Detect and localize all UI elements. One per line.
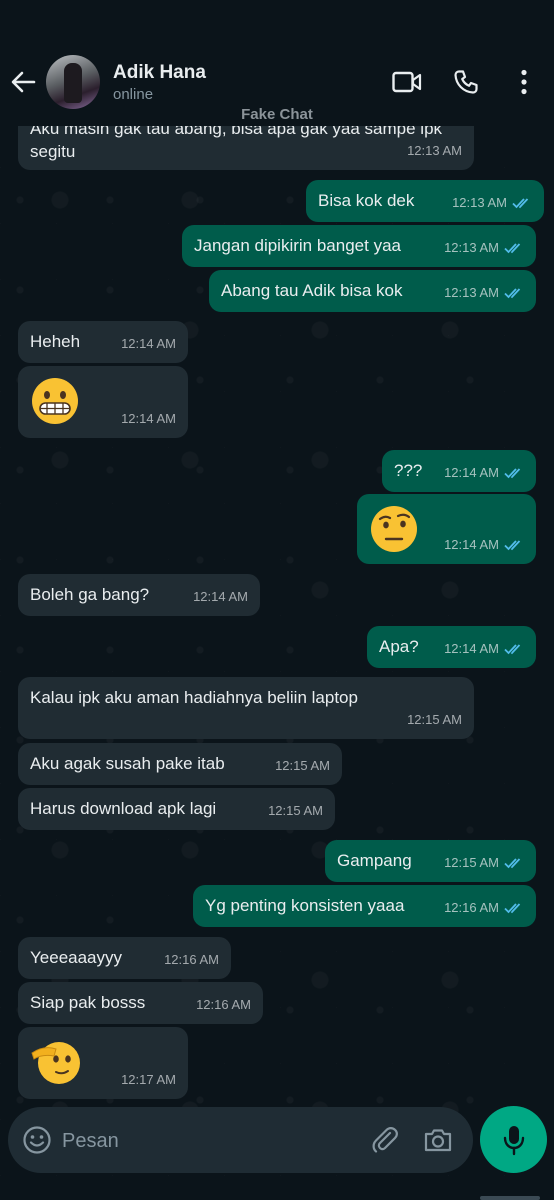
emoji-icon xyxy=(23,1126,51,1154)
message-time: 12:16 AM xyxy=(164,952,219,967)
message-bubble-incoming[interactable]: 12:17 AM xyxy=(18,1027,188,1099)
message-time: 12:15 AM xyxy=(444,855,499,870)
voice-call-button[interactable] xyxy=(450,66,482,98)
message-time: 12:15 AM xyxy=(275,758,330,773)
double-check-icon xyxy=(504,467,521,478)
video-call-button[interactable] xyxy=(390,66,424,98)
contact-status: online xyxy=(113,86,154,103)
face-with-raised-eyebrow-icon xyxy=(371,506,417,552)
emoji-button[interactable] xyxy=(22,1125,52,1155)
message-bubble-incoming[interactable]: Aku agak susah pake itab 12:15 AM xyxy=(18,743,342,785)
back-button[interactable] xyxy=(8,66,38,98)
double-check-icon xyxy=(504,857,521,868)
message-text: Abang tau Adik bisa kok xyxy=(221,281,403,300)
message-time: 12:13 AM xyxy=(452,195,507,210)
message-time: 12:14 AM xyxy=(121,411,176,426)
message-text: Kalau ipk aku aman hadiahnya beliin lapt… xyxy=(30,688,358,707)
message-time: 12:13 AM xyxy=(444,240,499,255)
message-time: 12:14 AM xyxy=(444,537,499,552)
message-bubble-outgoing[interactable]: 12:14 AM xyxy=(357,494,536,564)
home-indicator[interactable] xyxy=(480,1196,540,1200)
message-text: Heheh xyxy=(30,332,81,351)
more-options-icon xyxy=(521,69,527,95)
double-check-icon xyxy=(512,197,529,208)
message-time: 12:16 AM xyxy=(196,997,251,1012)
message-text: Yeeeaaayyy xyxy=(30,948,123,967)
message-bubble-incoming[interactable]: Yeeeaaayyy 12:16 AM xyxy=(18,937,231,979)
message-text: Boleh ga bang? xyxy=(30,585,150,604)
saluting-face-icon xyxy=(31,1042,80,1084)
message-time: 12:15 AM xyxy=(407,712,462,727)
mic-icon xyxy=(503,1125,524,1155)
voice-message-button[interactable] xyxy=(480,1106,547,1173)
message-bubble-incoming[interactable]: Boleh ga bang? 12:14 AM xyxy=(18,574,260,616)
message-time: 12:13 AM xyxy=(407,143,462,158)
message-bubble-incoming[interactable]: Siap pak bosss 12:16 AM xyxy=(18,982,263,1024)
message-text: Harus download apk lagi xyxy=(30,799,217,818)
double-check-icon xyxy=(504,287,521,298)
message-text: Jangan dipikirin banget yaa xyxy=(194,236,401,255)
avatar[interactable] xyxy=(46,55,100,109)
message-bubble-incoming[interactable]: 12:14 AM xyxy=(18,366,188,438)
back-arrow-icon xyxy=(11,71,36,93)
message-bubble-incoming[interactable]: Kalau ipk aku aman hadiahnya beliin lapt… xyxy=(18,677,474,739)
grimacing-face-icon xyxy=(32,378,78,424)
message-text: Yg penting konsisten yaaa xyxy=(205,896,405,915)
message-text: Apa? xyxy=(379,637,419,656)
message-time: 12:17 AM xyxy=(121,1072,176,1087)
message-input[interactable] xyxy=(60,1125,354,1157)
double-check-icon xyxy=(504,539,521,550)
message-bubble-outgoing[interactable]: Apa? 12:14 AM xyxy=(367,626,536,668)
avatar-photo xyxy=(64,63,82,103)
message-time: 12:16 AM xyxy=(444,900,499,915)
message-text: Siap pak bosss xyxy=(30,993,146,1012)
double-check-icon xyxy=(504,242,521,253)
message-bubble-incoming[interactable]: Harus download apk lagi 12:15 AM xyxy=(18,788,335,830)
contact-name[interactable]: Adik Hana xyxy=(113,62,206,84)
message-composer xyxy=(8,1107,473,1173)
message-time: 12:15 AM xyxy=(268,803,323,818)
message-bubble-outgoing[interactable]: Yg penting konsisten yaaa 12:16 AM xyxy=(193,885,536,927)
message-time: 12:13 AM xyxy=(444,285,499,300)
message-bubble-outgoing[interactable]: Abang tau Adik bisa kok 12:13 AM xyxy=(209,270,536,312)
message-text: Bisa kok dek xyxy=(318,191,415,210)
message-bubble-outgoing[interactable]: ??? 12:14 AM xyxy=(382,450,536,492)
camera-button[interactable] xyxy=(423,1125,453,1155)
message-text: Aku agak susah pake itab xyxy=(30,754,225,773)
system-nav-bar xyxy=(0,1180,554,1200)
message-time: 12:14 AM xyxy=(444,465,499,480)
attach-icon xyxy=(372,1127,398,1153)
message-text-line2: segitu xyxy=(30,142,76,161)
message-time: 12:14 AM xyxy=(121,336,176,351)
message-bubble-outgoing[interactable]: Gampang 12:15 AM xyxy=(325,840,536,882)
message-text: Gampang xyxy=(337,851,412,870)
phone-icon xyxy=(454,70,478,94)
video-call-icon xyxy=(392,71,422,93)
message-bubble-outgoing[interactable]: Jangan dipikirin banget yaa 12:13 AM xyxy=(182,225,536,267)
message-bubble-incoming[interactable]: Heheh 12:14 AM xyxy=(18,321,188,363)
double-check-icon xyxy=(504,643,521,654)
more-options-button[interactable] xyxy=(512,66,536,98)
watermark-text: Fake Chat xyxy=(241,106,313,123)
camera-icon xyxy=(424,1129,452,1152)
double-check-icon xyxy=(504,902,521,913)
attach-button[interactable] xyxy=(370,1125,400,1155)
message-time: 12:14 AM xyxy=(193,589,248,604)
message-text: ??? xyxy=(394,461,423,480)
message-bubble-outgoing[interactable]: Bisa kok dek 12:13 AM xyxy=(306,180,544,222)
message-time: 12:14 AM xyxy=(444,641,499,656)
